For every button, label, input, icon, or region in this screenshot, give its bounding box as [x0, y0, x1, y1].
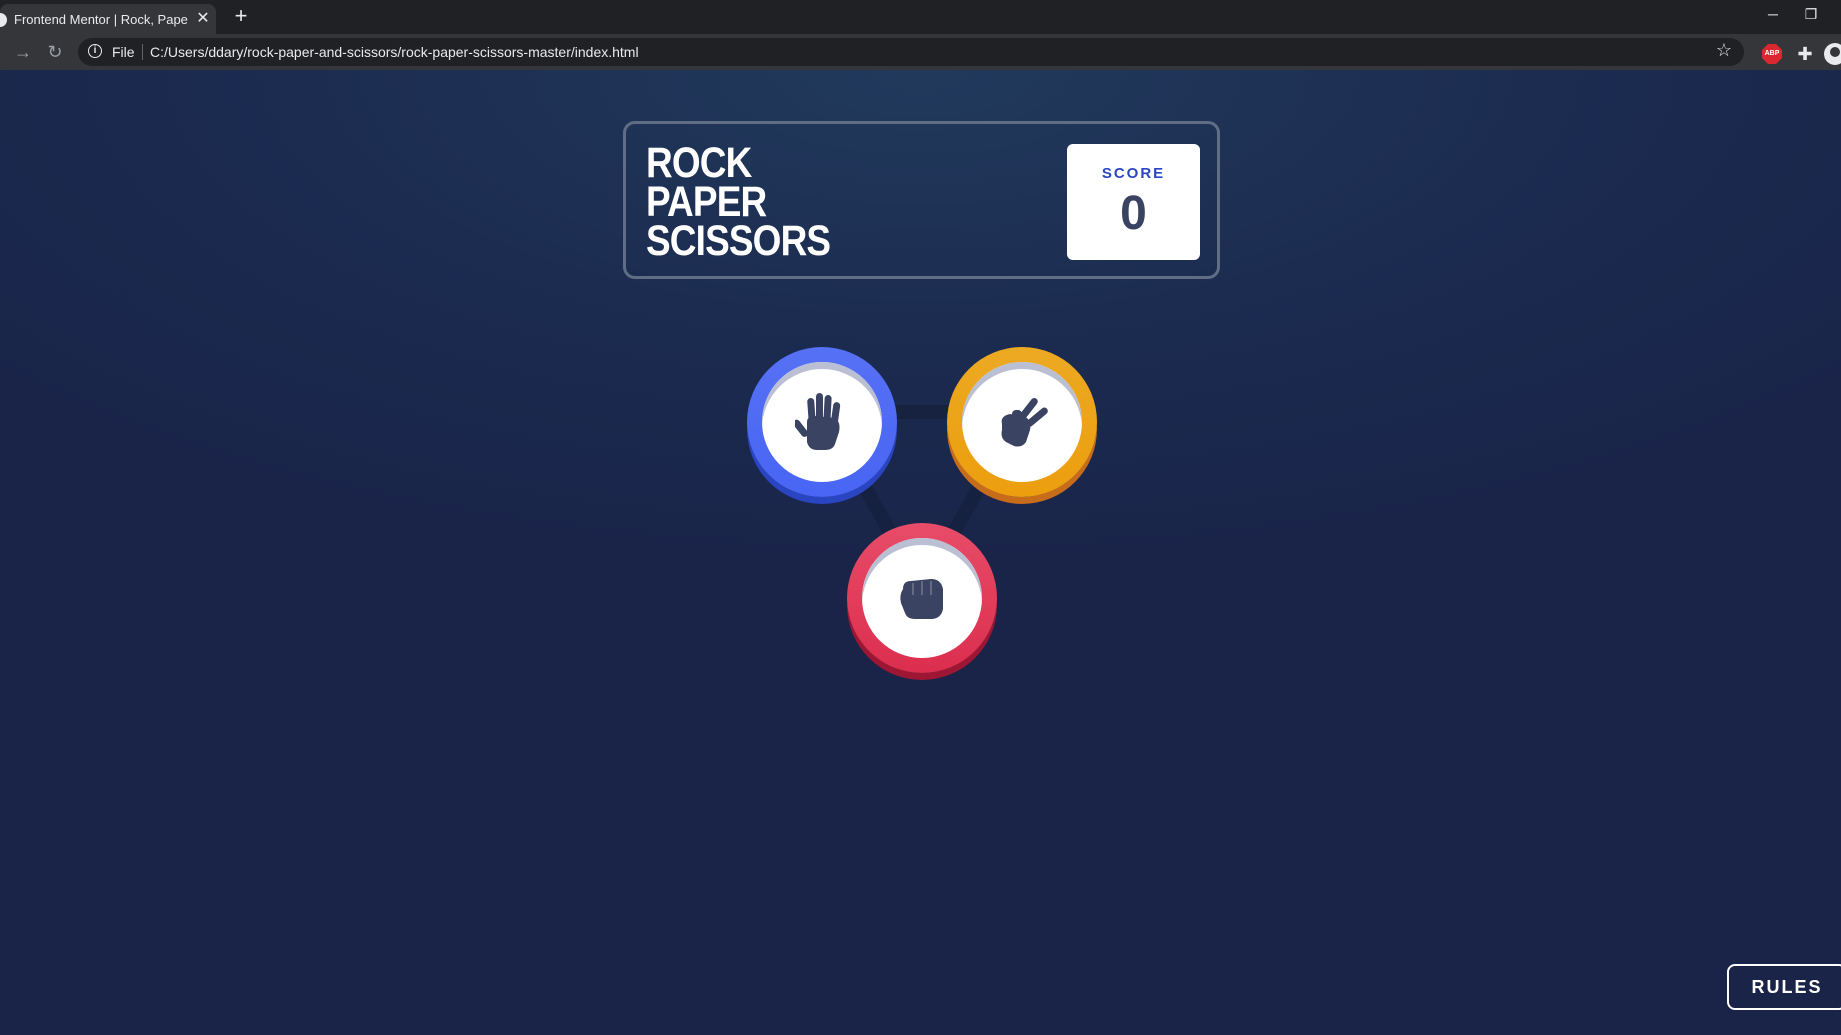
tab-title: Frontend Mentor | Rock, Paper, S [14, 12, 188, 27]
tab-close-icon[interactable]: ✕ [194, 10, 212, 28]
scissors-hand-icon [1001, 398, 1048, 447]
paper-chip-face [762, 362, 882, 482]
rock-choice-button[interactable] [847, 523, 997, 673]
scissors-choice-button[interactable] [947, 347, 1097, 497]
favicon-icon [0, 13, 7, 27]
game-page: ROCK PAPER SCISSORS SCORE 0 RULES [0, 70, 1841, 1035]
address-separator [142, 44, 143, 60]
forward-arrow-icon[interactable]: → [12, 41, 34, 63]
rules-button[interactable]: RULES [1727, 964, 1841, 1010]
rock-chip-face [862, 538, 982, 658]
extensions-puzzle-icon[interactable]: ✚ [1794, 43, 1816, 65]
profile-avatar-icon[interactable] [1824, 43, 1841, 65]
restore-button[interactable]: ❐ [1796, 4, 1826, 24]
browser-toolbar: → ↻ i File C:/Users/ddary/rock-paper-and… [0, 34, 1841, 70]
bookmark-star-icon[interactable]: ☆ [1716, 40, 1732, 61]
paper-choice-button[interactable] [747, 347, 897, 497]
address-bar[interactable]: i File C:/Users/ddary/rock-paper-and-sci… [78, 38, 1744, 66]
reload-icon[interactable]: ↻ [44, 41, 66, 63]
paper-hand-icon [795, 393, 841, 450]
url-text[interactable]: C:/Users/ddary/rock-paper-and-scissors/r… [150, 44, 639, 60]
scheme-label: File [112, 44, 135, 60]
info-icon[interactable]: i [88, 44, 102, 58]
minimize-button[interactable]: ─ [1758, 4, 1788, 24]
new-tab-button[interactable]: + [230, 5, 252, 27]
rock-fist-icon [900, 579, 943, 619]
browser-tab[interactable]: Frontend Mentor | Rock, Paper, S ✕ [0, 4, 216, 34]
scissors-chip-face [962, 362, 1082, 482]
browser-tab-strip: Frontend Mentor | Rock, Paper, S ✕ + ─ ❐ [0, 0, 1841, 34]
adblock-extension-icon[interactable]: ABP [1762, 44, 1782, 64]
